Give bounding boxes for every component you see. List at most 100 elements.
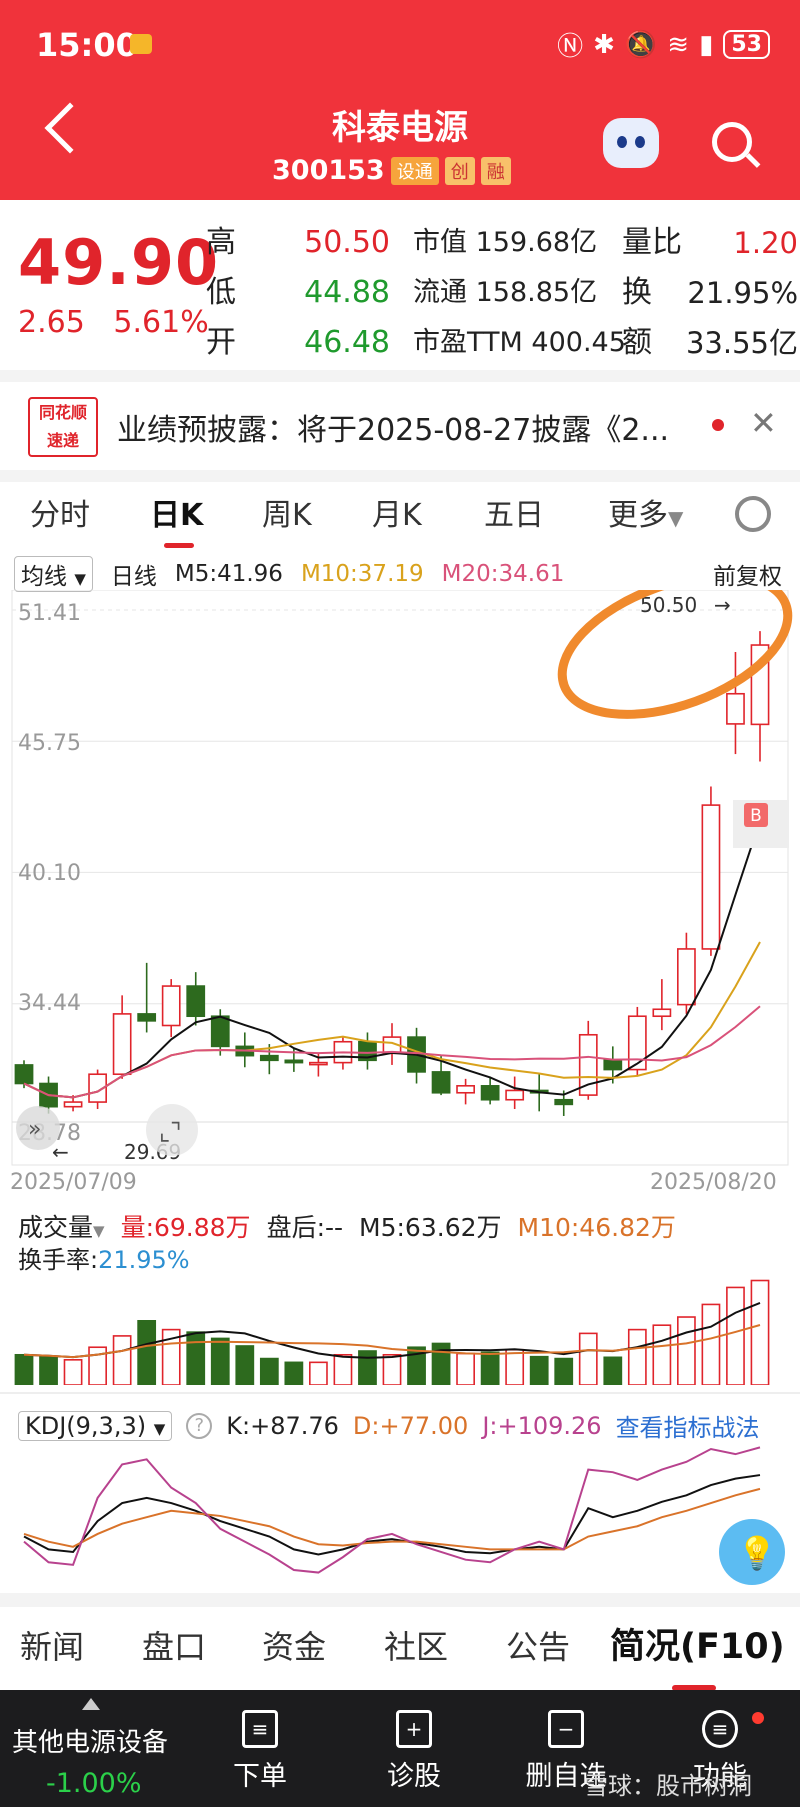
buy-marker-label: B <box>750 806 762 826</box>
tab-announcements[interactable]: 公告 <box>506 1622 570 1668</box>
candle-body[interactable] <box>186 985 206 1018</box>
volume-bar[interactable] <box>456 1352 475 1385</box>
volume-bar[interactable] <box>382 1353 402 1385</box>
mcap-value: 159.68亿 <box>475 227 598 258</box>
candle-body[interactable] <box>431 1071 451 1094</box>
candle-body[interactable] <box>456 1085 475 1094</box>
candle-body[interactable] <box>652 1008 672 1018</box>
ma-period: 日线 <box>110 564 157 590</box>
tab-weekly-k[interactable]: 周K <box>262 490 312 534</box>
tab-news[interactable]: 新闻 <box>20 1622 84 1668</box>
volume-bar[interactable] <box>259 1357 279 1385</box>
chevron-down-icon: ▼ <box>74 570 86 588</box>
candle-body[interactable] <box>63 1101 83 1108</box>
kdj-k-value: K:+87.76 <box>226 1411 339 1440</box>
candle-body[interactable] <box>677 948 696 1006</box>
tab-monthly-k[interactable]: 月K <box>372 490 422 534</box>
volume-bar[interactable] <box>677 1316 696 1385</box>
volume-bar[interactable] <box>137 1320 157 1385</box>
volume-bar[interactable] <box>554 1357 574 1385</box>
candle-body[interactable] <box>480 1085 500 1101</box>
hl-open-labels: 高 低 开 <box>206 218 236 368</box>
diagnose-label: 诊股 <box>387 1761 441 1792</box>
volume-bar[interactable] <box>39 1355 58 1385</box>
volume-bar[interactable] <box>578 1332 598 1385</box>
volume-bar[interactable] <box>112 1335 132 1385</box>
tab-daily-k[interactable]: 日K <box>150 490 203 548</box>
candle-body[interactable] <box>627 1015 647 1071</box>
volume-bar[interactable] <box>505 1348 525 1385</box>
candle-body[interactable] <box>210 1015 230 1048</box>
sector-name[interactable]: 其他电源设备 <box>12 1722 168 1759</box>
turnover-value: 21.95% <box>687 276 798 310</box>
candle-body[interactable] <box>701 804 721 950</box>
candle-body[interactable] <box>14 1064 34 1085</box>
price-change: 2.65 5.61% <box>18 305 209 340</box>
volume-bar[interactable] <box>750 1279 770 1385</box>
divider <box>0 370 800 382</box>
ma10-line <box>23 941 761 1099</box>
volume-bar[interactable] <box>309 1361 328 1385</box>
y-tick-label: 51.41 <box>18 601 81 626</box>
float-label: 流通 <box>413 277 467 308</box>
fullscreen-icon: ⌞⌝ <box>159 1118 182 1146</box>
last-price: 49.90 <box>18 226 220 299</box>
volume-bar[interactable] <box>333 1353 353 1385</box>
ma-legend-bar: 均线 ▼ 日线 M5:41.96 M10:37.19 M20:34.61 前复权 <box>14 556 794 592</box>
ma-selector[interactable]: 均线 ▼ <box>14 556 93 592</box>
volume-bars <box>14 1279 770 1385</box>
indicator-strategy-link[interactable]: 查看指标战法 <box>616 1408 760 1443</box>
volume-bar[interactable] <box>14 1353 34 1385</box>
tab-more[interactable]: 更多▼ <box>608 490 683 534</box>
change-pct: 5.61% <box>113 305 209 340</box>
settings-gear-icon[interactable] <box>735 496 771 532</box>
volume-bar[interactable] <box>480 1351 500 1385</box>
candle-body[interactable] <box>161 985 181 1027</box>
volume-bar[interactable] <box>63 1359 83 1385</box>
volume-bar[interactable] <box>358 1350 377 1385</box>
candlestick-chart[interactable]: 51.41 45.75 40.10 34.44 28.78 50.50 → ← … <box>0 590 800 1190</box>
candle-body[interactable] <box>112 1013 132 1076</box>
ai-assistant-robot-icon[interactable] <box>603 118 659 168</box>
tab-community[interactable]: 社区 <box>384 1622 448 1668</box>
tab-f10-profile[interactable]: 简况(F10) <box>610 1618 785 1691</box>
order-document-icon: ≡ <box>242 1710 278 1748</box>
float-value: 158.85亿 <box>475 277 598 308</box>
ma20-value: M20:34.61 <box>441 561 565 587</box>
adjust-mode[interactable]: 前复权 <box>713 557 782 591</box>
candle-body[interactable] <box>284 1059 304 1064</box>
help-icon[interactable]: ? <box>186 1412 213 1439</box>
close-icon[interactable]: ✕ <box>750 404 777 442</box>
tab-orderbook[interactable]: 盘口 <box>142 1622 206 1668</box>
volume-bar[interactable] <box>701 1303 721 1385</box>
kdj-selector[interactable]: KDJ(9,3,3) ▼ <box>18 1410 173 1441</box>
nfc-icon: Ⓝ <box>557 32 584 62</box>
volume-bar[interactable] <box>627 1328 647 1385</box>
candle-body[interactable] <box>309 1061 328 1066</box>
candle-body[interactable] <box>554 1098 574 1106</box>
kdj-d-value: D:+77.00 <box>352 1411 469 1440</box>
volume-bar[interactable] <box>210 1337 230 1385</box>
order-button[interactable]: ≡ 下单 <box>210 1710 310 1793</box>
search-icon[interactable] <box>712 122 752 162</box>
candle-body[interactable] <box>259 1054 279 1062</box>
kdj-chart[interactable]: 💡 <box>0 1440 800 1590</box>
volume-bar[interactable] <box>284 1361 304 1385</box>
candle-body[interactable] <box>726 692 745 725</box>
tab-fund-flow[interactable]: 资金 <box>262 1622 326 1668</box>
volume-bar[interactable] <box>529 1355 549 1385</box>
volume-bar[interactable] <box>186 1331 206 1385</box>
volume-chart[interactable] <box>0 1200 800 1385</box>
candle-body[interactable] <box>603 1059 623 1071</box>
news-headline[interactable]: 业绩预披露：将于2025-08-27披露《2... <box>117 405 697 449</box>
volume-bar[interactable] <box>235 1345 255 1385</box>
tab-intraday[interactable]: 分时 <box>30 490 90 534</box>
volume-bar[interactable] <box>652 1324 672 1385</box>
candle-body[interactable] <box>505 1089 525 1101</box>
volume-bar[interactable] <box>726 1286 745 1385</box>
vol-ma10-line <box>23 1324 761 1359</box>
diagnose-button[interactable]: + 诊股 <box>364 1710 464 1793</box>
tab-five-day[interactable]: 五日 <box>484 490 544 534</box>
volume-bar[interactable] <box>603 1356 623 1385</box>
candle-body[interactable] <box>137 1013 157 1022</box>
